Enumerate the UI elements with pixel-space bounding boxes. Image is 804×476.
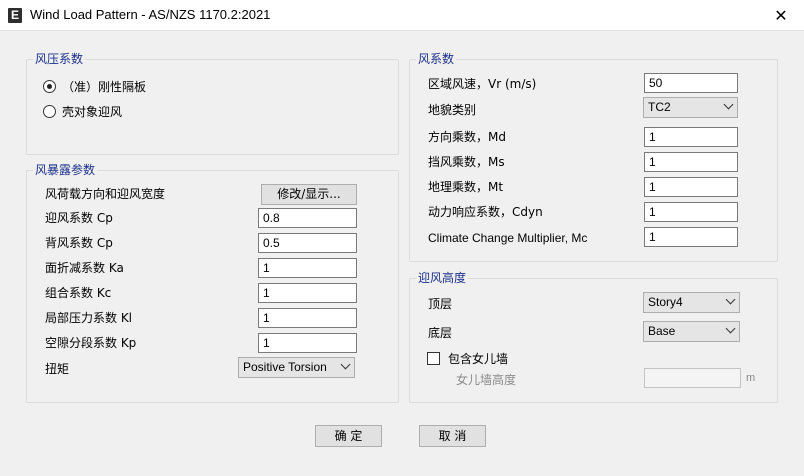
radio-selected-dot	[47, 84, 52, 89]
cdyn-label: 动力响应系数，Cdyn	[428, 205, 543, 219]
kp-input[interactable]: 1	[258, 333, 357, 353]
md-label: 方向乘数，Md	[428, 130, 506, 144]
cdyn-input[interactable]: 1	[644, 202, 738, 222]
torsion-dropdown[interactable]: Positive Torsion	[238, 357, 355, 378]
shell-windward-radio[interactable]	[43, 105, 56, 118]
app-logo-icon: E	[8, 8, 22, 23]
kc-label: 组合系数 Kc	[45, 286, 112, 300]
include-parapet-checkbox[interactable]	[427, 352, 440, 365]
top-story-selected-value: Story4	[648, 295, 683, 309]
ka-label: 面折减系数 Ka	[45, 261, 124, 275]
ms-input[interactable]: 1	[644, 152, 738, 172]
cancel-button[interactable]: 取 消	[419, 425, 486, 447]
vr-label: 区域风速，Vr (m/s)	[428, 77, 537, 91]
terrain-category-dropdown[interactable]: TC2	[643, 97, 738, 118]
kl-label: 局部压力系数 Kl	[45, 311, 133, 325]
chevron-down-icon	[340, 359, 351, 370]
wind-direction-width-label: 风荷载方向和迎风宽度	[45, 187, 166, 201]
ok-button[interactable]: 确 定	[315, 425, 382, 447]
kl-input[interactable]: 1	[258, 308, 357, 328]
rigid-diaphragm-label[interactable]: （准）刚性隔板	[62, 79, 146, 95]
cp-leeward-label: 背风系数 Cp	[45, 236, 113, 250]
chevron-down-icon	[725, 323, 736, 334]
cp-windward-label: 迎风系数 Cp	[45, 211, 113, 225]
vr-input[interactable]: 50	[644, 73, 738, 93]
ka-input[interactable]: 1	[258, 258, 357, 278]
parapet-height-label: 女儿墙高度	[456, 373, 517, 387]
terrain-label: 地貌类别	[428, 103, 477, 117]
parapet-height-unit: m	[746, 372, 756, 384]
group-title: 风系数	[416, 52, 457, 66]
parapet-height-input[interactable]	[644, 368, 741, 388]
window-title: Wind Load Pattern - AS/NZS 1170.2:2021	[30, 7, 271, 22]
bottom-story-dropdown[interactable]: Base	[643, 321, 740, 342]
modify-show-button[interactable]: 修改/显示...	[261, 184, 357, 205]
include-parapet-label[interactable]: 包含女儿墙	[448, 351, 508, 367]
cp-windward-input[interactable]: 0.8	[258, 208, 357, 228]
md-input[interactable]: 1	[644, 127, 738, 147]
bottom-story-label: 底层	[428, 326, 453, 340]
chevron-down-icon	[725, 294, 736, 305]
group-title: 风暴露参数	[33, 163, 98, 177]
terrain-selected-value: TC2	[648, 100, 671, 114]
top-story-label: 顶层	[428, 297, 453, 311]
rigid-diaphragm-radio[interactable]	[43, 80, 56, 93]
kc-input[interactable]: 1	[258, 283, 357, 303]
group-title: 迎风高度	[416, 271, 469, 285]
group-title: 风压系数	[33, 52, 86, 66]
ms-label: 挡风乘数，Ms	[428, 155, 505, 169]
title-bar: E Wind Load Pattern - AS/NZS 1170.2:2021…	[0, 0, 804, 31]
mt-label: 地理乘数，Mt	[428, 180, 504, 194]
close-icon[interactable]: ✕	[758, 0, 804, 31]
mc-input[interactable]: 1	[644, 227, 738, 247]
top-story-dropdown[interactable]: Story4	[643, 292, 740, 313]
mc-label: Climate Change Multiplier, Mc	[428, 231, 588, 245]
cp-leeward-input[interactable]: 0.5	[258, 233, 357, 253]
torsion-label: 扭矩	[45, 362, 70, 376]
bottom-story-selected-value: Base	[648, 324, 676, 338]
kp-label: 空隙分段系数 Kp	[45, 336, 137, 350]
mt-input[interactable]: 1	[644, 177, 738, 197]
shell-windward-label[interactable]: 壳对象迎风	[62, 104, 122, 120]
chevron-down-icon	[723, 99, 734, 110]
torsion-selected-value: Positive Torsion	[243, 360, 327, 374]
